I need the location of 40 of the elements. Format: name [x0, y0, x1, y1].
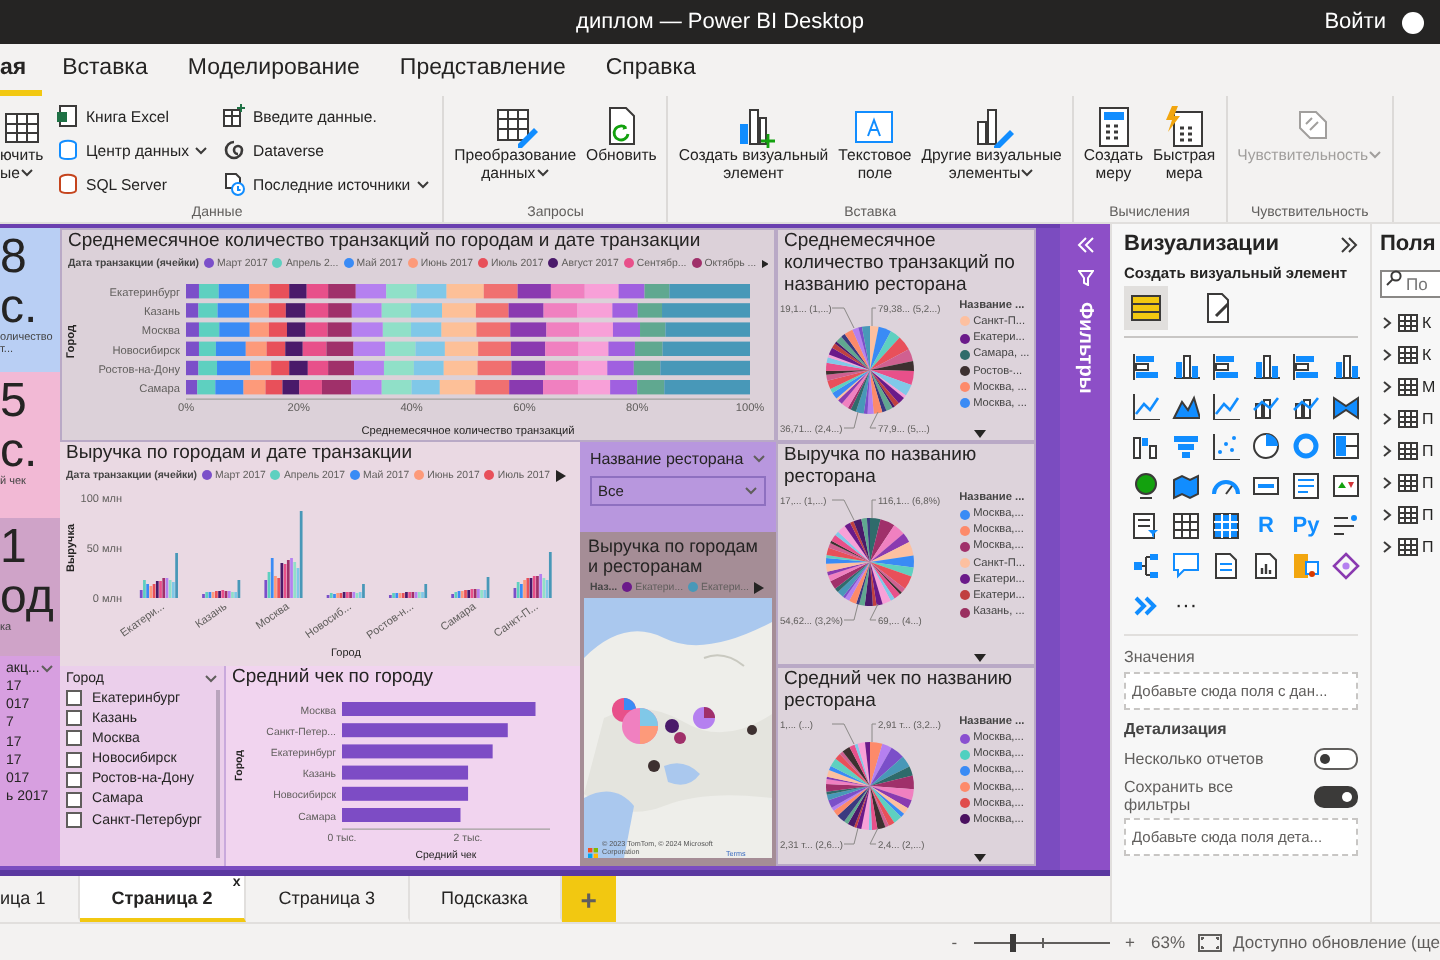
tree-item[interactable]: П: [1380, 498, 1434, 530]
add-page-button[interactable]: +: [561, 876, 616, 922]
slicer-header: Название ресторана: [590, 450, 744, 468]
tree-item[interactable]: П: [1380, 402, 1434, 434]
kpi-value: 1 од: [0, 522, 56, 623]
tree-item[interactable]: К: [1380, 338, 1432, 370]
section-heading: Детализация: [1124, 718, 1229, 742]
menu-tab[interactable]: Справка: [585, 44, 716, 96]
search-field[interactable]: По: [1380, 270, 1440, 298]
section-label: Значения: [1124, 646, 1197, 670]
chart-title: Выручка по названию ресторана: [782, 444, 979, 490]
tree-item[interactable]: П: [1380, 434, 1434, 466]
chart-title: Среднемесячное количество транзакций по названию ресторана: [782, 230, 1017, 298]
page-tab[interactable]: ица 1: [0, 876, 80, 922]
chart-title: Среднемесячное количество транзакций по городам и дате транзакции: [66, 230, 703, 254]
chart-title: Средний чек по городу: [230, 666, 436, 690]
menu-tab[interactable]: Представление: [379, 44, 586, 96]
zoom-level: 63%: [1151, 932, 1186, 952]
chart-title: Выручка по городам и ресторанам: [586, 536, 760, 578]
chart-title: Средний чек по названию ресторана: [782, 668, 1015, 714]
tree-item[interactable]: П: [1380, 466, 1434, 498]
window-title: диплом — Power BI Desktop: [576, 10, 864, 34]
tree-item[interactable]: М: [1380, 370, 1436, 402]
kpi-value: 5 с.: [0, 376, 40, 477]
kpi-value: 8 с.: [0, 232, 38, 333]
pane-title: Фильтры: [1074, 302, 1096, 394]
sign-in-link[interactable]: Войти: [1324, 10, 1386, 34]
tree-item[interactable]: П: [1380, 530, 1434, 562]
zoom-out-button[interactable]: -: [947, 932, 962, 952]
update-notice[interactable]: Доступно обновление (ще: [1233, 932, 1440, 952]
visual-type-button[interactable]: ···: [1175, 595, 1197, 617]
toggle-label: Сохранить все фильтры: [1124, 778, 1236, 814]
menu-tab[interactable]: Вставка: [42, 44, 168, 96]
toggle-label: Несколько отчетов: [1124, 750, 1266, 768]
chart-title: Выручка по городам и дате транзакции: [64, 442, 415, 466]
menu-tab[interactable]: Моделирование: [167, 44, 380, 96]
tree-item[interactable]: К: [1380, 306, 1432, 338]
pane-title: Поля: [1380, 230, 1438, 260]
pane-title: Визуализации: [1124, 232, 1279, 256]
zoom-in-button[interactable]: +: [1121, 932, 1140, 952]
